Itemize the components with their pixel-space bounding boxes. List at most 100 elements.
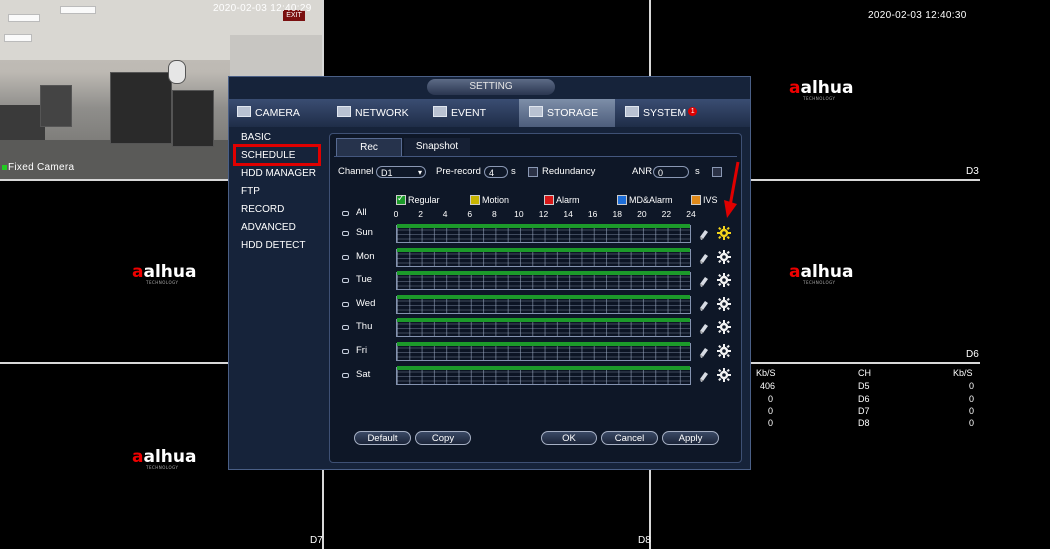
hour-tick-label: 20 — [637, 209, 647, 219]
menu-item-advanced[interactable]: ADVANCED — [241, 222, 296, 233]
timestamp: 2020-02-03 12:40:30 — [868, 10, 967, 21]
cabinet — [40, 85, 72, 127]
legend-motion-checkbox[interactable] — [470, 195, 480, 205]
table-cell: D5 — [858, 381, 870, 391]
pencil-icon[interactable] — [699, 299, 709, 311]
regular-record-segment — [397, 318, 690, 323]
default-button[interactable]: Default — [354, 431, 411, 445]
schedule-timeline[interactable] — [396, 342, 691, 361]
anr-label: ANR — [632, 166, 653, 177]
day-checkbox[interactable] — [342, 349, 349, 354]
table-cell: 0 — [768, 406, 774, 416]
day-checkbox[interactable] — [342, 278, 349, 284]
channel-label-d8: D8 — [638, 535, 651, 546]
menu-item-schedule[interactable]: SCHEDULE — [241, 150, 295, 161]
ceiling-light — [60, 6, 96, 14]
all-checkbox[interactable] — [342, 211, 349, 216]
legend-regular-label: Regular — [408, 195, 440, 205]
subtab-rec[interactable]: Rec — [336, 138, 402, 156]
menu-item-record[interactable]: RECORD — [241, 204, 284, 215]
anr-input[interactable]: 0 — [653, 166, 689, 178]
hour-tick-label: 2 — [418, 209, 423, 219]
ceiling-light — [4, 34, 32, 42]
tab-storage[interactable]: STORAGE — [519, 99, 615, 127]
tab-system[interactable]: SYSTEM 1 — [625, 99, 715, 127]
schedule-timeline[interactable] — [396, 247, 691, 267]
desk — [0, 105, 45, 140]
legend-motion-label: Motion — [482, 195, 510, 205]
day-checkbox[interactable] — [342, 372, 349, 378]
pencil-icon[interactable] — [699, 228, 709, 240]
channel-select[interactable]: D1 ▾ — [376, 166, 426, 178]
menu-item-basic[interactable]: BASIC — [241, 132, 271, 143]
prerecord-input[interactable]: 4 — [484, 166, 508, 178]
menu-item-hdd-manager[interactable]: HDD MANAGER — [241, 168, 316, 179]
pencil-icon[interactable] — [699, 252, 709, 264]
regular-record-segment — [397, 342, 690, 346]
sync-checkbox[interactable] — [712, 167, 722, 177]
tab-camera[interactable]: CAMERA — [237, 99, 317, 127]
legend-ivs-checkbox[interactable] — [691, 195, 701, 205]
system-icon — [625, 106, 639, 117]
schedule-timeline[interactable] — [396, 365, 691, 385]
table-cell: D7 — [858, 406, 870, 416]
gear-icon[interactable] — [717, 320, 731, 335]
channel-label: Channel — [338, 166, 374, 177]
pencil-icon[interactable] — [699, 370, 709, 382]
hour-tick-label: 24 — [686, 209, 696, 219]
schedule-timeline[interactable] — [396, 318, 691, 338]
legend-mdalarm-label: MD&Alarm — [629, 195, 673, 205]
gear-icon[interactable] — [717, 344, 731, 358]
pencil-icon[interactable] — [699, 275, 709, 288]
subtab-snapshot[interactable]: Snapshot — [404, 138, 470, 156]
menu-item-ftp[interactable]: FTP — [241, 186, 260, 197]
tab-event[interactable]: EVENT — [433, 99, 513, 127]
hour-tick-label: 12 — [538, 209, 549, 219]
day-checkbox[interactable] — [342, 231, 349, 236]
legend-mdalarm-checkbox[interactable] — [617, 195, 627, 205]
gear-icon[interactable] — [717, 273, 731, 288]
day-checkbox[interactable] — [342, 301, 349, 307]
day-label: Tue — [356, 274, 373, 286]
table-cell: 0 — [768, 418, 774, 428]
pencil-icon[interactable] — [699, 322, 709, 335]
tab-network[interactable]: NETWORK — [337, 99, 417, 127]
setting-dialog: SETTING CAMERA NETWORK EVENT STORAGE SYS… — [228, 76, 751, 470]
top-tab-bar: CAMERA NETWORK EVENT STORAGE SYSTEM 1 — [229, 99, 750, 127]
hour-tick-label: 10 — [514, 209, 524, 219]
regular-record-segment — [397, 247, 690, 252]
pencil-icon[interactable] — [699, 346, 709, 358]
dahua-logo: aalhua TECHNOLOGY — [789, 78, 854, 101]
schedule-timeline[interactable] — [396, 271, 691, 291]
tab-underline — [334, 156, 737, 157]
gear-icon[interactable] — [717, 226, 731, 240]
schedule-timeline[interactable] — [396, 294, 691, 314]
legend-regular-checkbox[interactable]: ✓ — [396, 193, 406, 205]
equipment-rack — [110, 72, 172, 144]
menu-item-hdd-detect[interactable]: HDD DETECT — [241, 240, 305, 251]
schedule-timeline[interactable] — [396, 224, 691, 243]
legend-alarm-checkbox[interactable] — [544, 195, 554, 205]
apply-button[interactable]: Apply — [662, 431, 719, 445]
day-label: Wed — [356, 297, 376, 309]
prerecord-label: Pre-record — [436, 166, 481, 177]
gear-icon[interactable] — [717, 249, 731, 264]
hour-tick-label: 14 — [563, 209, 573, 219]
regular-record-segment — [397, 224, 690, 228]
table-header: Kb/S — [756, 368, 776, 378]
copy-button[interactable]: Copy — [415, 431, 471, 445]
ok-button[interactable]: OK — [541, 431, 597, 445]
day-checkbox[interactable] — [342, 325, 349, 331]
gear-icon[interactable] — [717, 296, 731, 311]
legend-alarm-label: Alarm — [556, 195, 580, 205]
table-cell: 0 — [969, 418, 975, 428]
gear-icon[interactable] — [717, 367, 731, 382]
channel-label-d6: D6 — [966, 349, 979, 360]
cancel-button[interactable]: Cancel — [601, 431, 658, 445]
channel-label-d3: D3 — [966, 166, 979, 177]
ceiling-light — [8, 14, 40, 22]
anr-unit: s — [695, 166, 700, 177]
day-checkbox[interactable] — [342, 254, 349, 260]
redundancy-checkbox[interactable] — [528, 167, 538, 177]
all-label: All — [356, 207, 367, 218]
